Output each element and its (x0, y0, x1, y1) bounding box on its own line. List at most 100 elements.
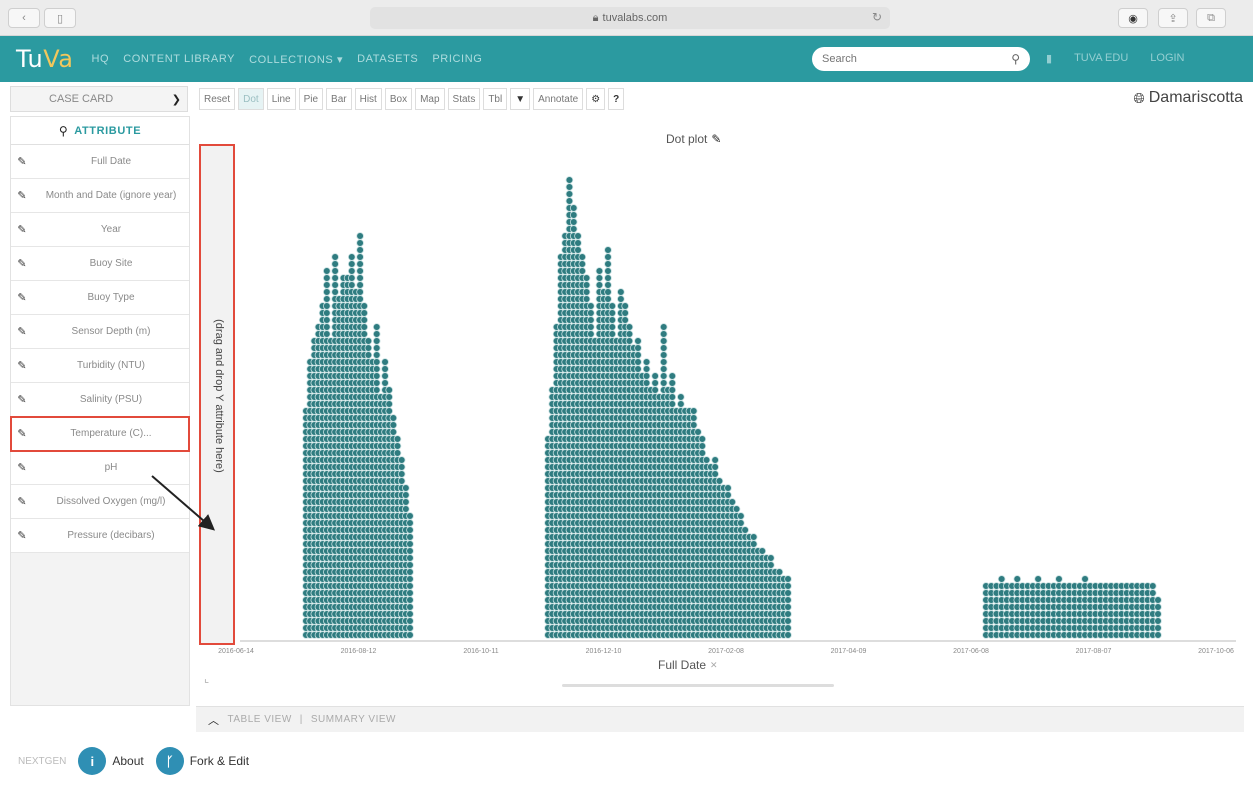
pencil-icon[interactable]: ✎ (11, 189, 33, 202)
attribute-label: Sensor Depth (m) (71, 325, 151, 337)
sidebar-icon[interactable]: ▯ (44, 8, 76, 28)
tool-button[interactable]: Tbl (483, 88, 508, 110)
x-tick-label: 2016-12-10 (586, 648, 622, 655)
nav-item[interactable]: PRICING (432, 53, 482, 66)
tool-button[interactable]: Map (415, 88, 445, 110)
back-button[interactable]: ‹ (8, 8, 40, 28)
nav-right-item[interactable]: ▮ (1046, 52, 1052, 65)
pencil-icon[interactable]: ✎ (11, 325, 33, 338)
data-dot (625, 323, 634, 331)
pencil-icon[interactable]: ✎ (11, 359, 33, 372)
data-dot (651, 372, 659, 380)
tool-button[interactable]: Line (266, 88, 296, 110)
close-icon[interactable]: ✕ (710, 660, 718, 671)
data-dot (372, 372, 381, 380)
pencil-icon[interactable]: ✎ (11, 427, 33, 440)
fork-edit-button[interactable]: ᚴ Fork & Edit (155, 747, 249, 775)
nav-item[interactable]: COLLECTIONS ▾ (249, 53, 343, 66)
attribute-label: Buoy Site (89, 257, 133, 269)
tool-button[interactable]: ▼ (510, 88, 531, 110)
search-input[interactable] (822, 53, 1012, 65)
data-dot (381, 379, 389, 387)
attribute-item[interactable]: ✎ Buoy Type (11, 281, 189, 315)
data-dot (331, 288, 339, 296)
resize-icon[interactable]: ⌞ (204, 672, 209, 685)
pencil-icon[interactable]: ✎ (11, 155, 33, 168)
data-dot (356, 281, 364, 289)
chevron-right-icon[interactable]: ❯ (172, 93, 181, 106)
pencil-icon[interactable]: ✎ (11, 495, 33, 508)
horizontal-scrollbar[interactable] (562, 684, 834, 687)
tool-button[interactable]: ⚙ (586, 88, 606, 110)
attribute-item[interactable]: ✎ Year (11, 213, 189, 247)
pencil-icon[interactable]: ✎ (11, 461, 33, 474)
data-dot (406, 547, 414, 555)
nav-item[interactable]: DATASETS (357, 53, 418, 66)
pencil-icon[interactable]: ✎ (11, 223, 33, 236)
summary-view-tab[interactable]: SUMMARY VIEW (311, 714, 396, 725)
extension-icon[interactable]: ◉ (1118, 8, 1148, 28)
address-bar[interactable]: 🔒︎ tuvalabs.com ↻ (370, 7, 890, 29)
nav-right-item[interactable]: LOGIN (1150, 52, 1184, 65)
x-axis-label[interactable]: Full Date ✕ (658, 658, 718, 672)
data-dot (402, 484, 410, 492)
attribute-item[interactable]: ✎ Temperature (C)... (10, 416, 190, 452)
data-dot (587, 330, 595, 338)
tool-button[interactable]: Bar (326, 88, 352, 110)
y-axis-drop-zone[interactable]: (drag and drop Y attribute here) (199, 144, 235, 645)
chart-title[interactable]: Dot plot ✎ (666, 132, 721, 146)
search-icon[interactable]: ⚲ (1011, 52, 1020, 66)
search-box[interactable]: ⚲ (812, 47, 1030, 71)
nav-item[interactable]: CONTENT LIBRARY (123, 53, 235, 66)
nav-right-item[interactable]: TUVA EDU (1074, 52, 1128, 65)
pencil-icon[interactable]: ✎ (11, 257, 33, 270)
tool-button[interactable]: Dot (238, 88, 264, 110)
pencil-icon[interactable]: ✎ (11, 291, 33, 304)
x-tick-label: 2016-08-12 (341, 648, 377, 655)
pencil-icon[interactable]: ✎ (11, 393, 33, 406)
tool-button[interactable]: Hist (354, 88, 382, 110)
attribute-item[interactable]: ✎ Pressure (decibars) (11, 519, 189, 553)
data-dot (617, 288, 625, 296)
data-dot (347, 253, 356, 261)
about-button[interactable]: i About (78, 747, 144, 775)
tuva-logo[interactable]: TuVa (16, 45, 74, 73)
tool-button[interactable]: ? (608, 88, 625, 110)
pencil-icon[interactable]: ✎ (11, 529, 33, 542)
tool-button[interactable]: Reset (199, 88, 236, 110)
search-icon[interactable]: ⚲ (59, 124, 68, 138)
attribute-item[interactable]: ✎ Full Date (11, 145, 189, 179)
data-dot (406, 526, 414, 534)
data-dot (784, 589, 792, 597)
x-tick-label: 2016-10-11 (463, 648, 498, 655)
tabs-icon[interactable]: ⧉ (1196, 8, 1226, 28)
attribute-item[interactable]: ✎ Buoy Site (11, 247, 189, 281)
browser-toolbar: ‹ ▯ 🔒︎ tuvalabs.com ↻ ◉ ⇪ ⧉ (0, 0, 1253, 36)
attribute-item[interactable]: ✎ Salinity (PSU) (11, 383, 189, 417)
case-card-toggle[interactable]: CASE CARD ❯ (10, 86, 188, 112)
data-dot (347, 281, 356, 289)
table-view-tab[interactable]: TABLE VIEW (228, 714, 292, 725)
data-dot (360, 330, 369, 338)
data-dot (608, 302, 617, 310)
footer-label: NEXTGEN (18, 755, 67, 767)
data-dot (565, 176, 574, 184)
chevron-up-icon[interactable]: ︿ (208, 712, 220, 728)
attribute-item[interactable]: ✎ Turbidity (NTU) (11, 349, 189, 383)
tool-button[interactable]: Stats (447, 88, 481, 110)
data-dot (331, 260, 339, 268)
attribute-item[interactable]: ✎ Month and Date (ignore year) (11, 179, 189, 213)
attribute-item[interactable]: ✎ pH (11, 451, 189, 485)
data-dot (356, 239, 364, 247)
reload-icon[interactable]: ↻ (872, 10, 882, 24)
nav-item[interactable]: HQ (92, 53, 110, 66)
tool-button[interactable]: Annotate (533, 88, 584, 110)
tool-button[interactable]: Pie (298, 88, 324, 110)
attribute-item[interactable]: ✎ Sensor Depth (m) (11, 315, 189, 349)
data-dot (323, 267, 331, 275)
tool-button[interactable]: Box (384, 88, 413, 110)
data-dot (323, 288, 331, 296)
pencil-icon[interactable]: ✎ (711, 132, 721, 146)
attribute-item[interactable]: ✎ Dissolved Oxygen (mg/l) (11, 485, 189, 519)
share-icon[interactable]: ⇪ (1158, 8, 1188, 28)
